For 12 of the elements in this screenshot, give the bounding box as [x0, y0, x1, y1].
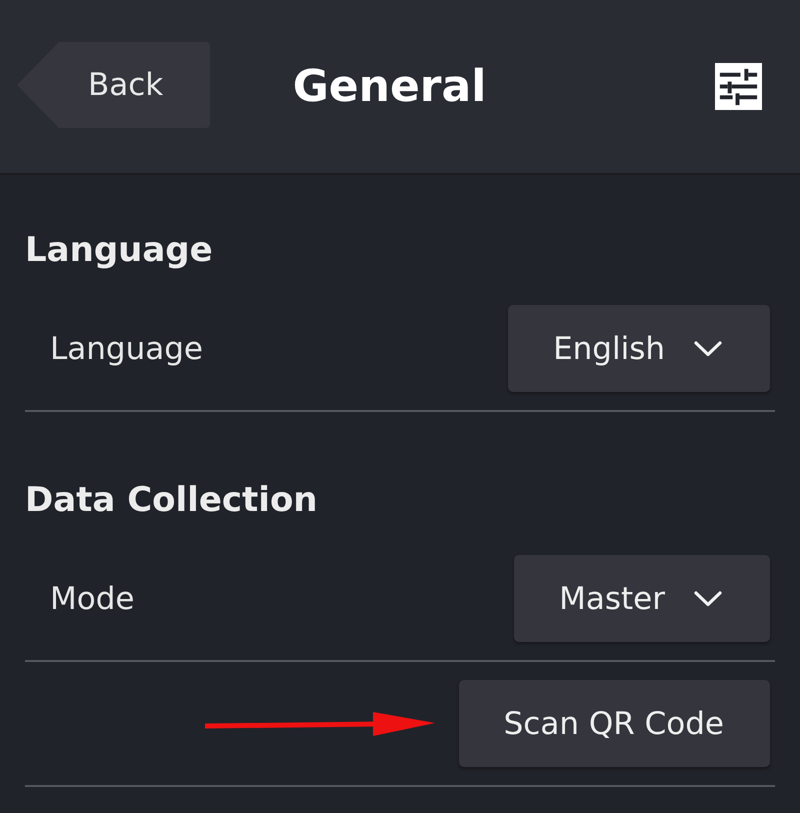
setting-label: Mode [50, 580, 134, 616]
sliders-icon[interactable] [715, 63, 762, 110]
section-heading: Data Collection [25, 479, 319, 522]
caret-icon [694, 590, 722, 606]
section-heading: Language [25, 229, 214, 272]
page-title: General [292, 61, 486, 112]
back-button[interactable]: Back [17, 42, 210, 128]
caret-icon [694, 340, 722, 356]
scan-qr-button[interactable]: Scan QR Code [458, 680, 770, 767]
setting-label: Language [50, 330, 203, 366]
value-dropdown[interactable]: Master [514, 555, 770, 642]
value-dropdown[interactable]: English [508, 305, 770, 392]
